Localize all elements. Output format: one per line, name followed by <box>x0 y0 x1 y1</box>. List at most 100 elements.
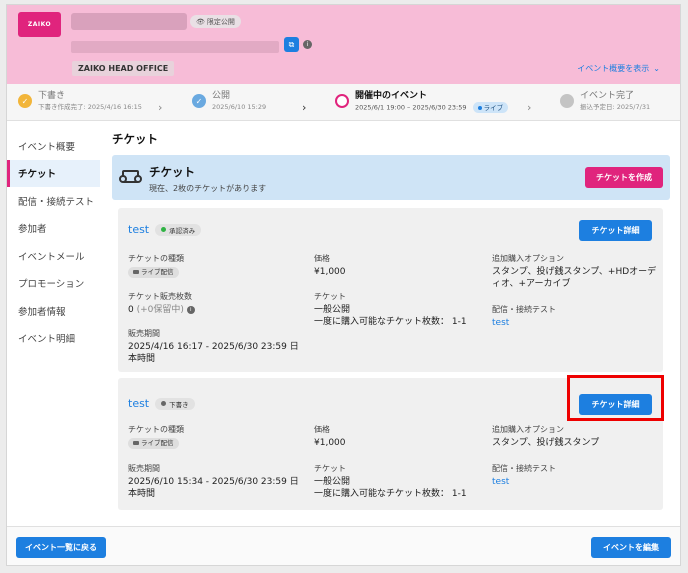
sidebar-item-stream-test[interactable]: 配信・接続テスト <box>7 187 100 215</box>
field-value: ¥1,000 <box>314 438 346 448</box>
event-status-stepper: ✓ 下書き 下書き作成完了: 2025/4/16 16:15 › ✓ 公開 20… <box>7 84 680 121</box>
visibility-label: 限定公開 <box>206 17 235 26</box>
ticket-detail-button[interactable]: チケット詳細 <box>579 220 652 241</box>
field-value: 一度に購入可能なチケット枚数： 1-1 <box>314 489 467 499</box>
step-published: ✓ 公開 2025/6/10 15:29 <box>192 91 266 112</box>
chevron-right-icon: › <box>302 101 307 114</box>
current-step-icon <box>335 94 349 108</box>
sidebar-item-promotion[interactable]: プロモーション <box>7 270 100 298</box>
banner-subtitle: 現在、2枚のチケットがあります <box>149 184 267 193</box>
step-subtitle-row: 2025/6/1 19:00 – 2025/6/30 23:59 ライブ <box>355 102 509 113</box>
field-label: チケット <box>314 464 346 473</box>
sales-period-field: 販売期間 2025/4/16 16:17 - 2025/6/30 23:59 日… <box>128 328 303 365</box>
page-title: チケット <box>112 132 158 146</box>
step-subtitle: 振込予定日: 2025/7/31 <box>580 103 651 111</box>
field-label: 販売期間 <box>128 329 160 338</box>
sidebar-item-statement[interactable]: イベント明細 <box>7 325 100 353</box>
sidebar-item-tickets[interactable]: チケット <box>7 159 100 187</box>
status-dot-icon <box>161 401 167 406</box>
eye-icon: 👁 <box>196 17 205 26</box>
reserved-count: (+0保留中) <box>136 305 184 315</box>
field-value: 一度に購入可能なチケット枚数： 1-1 <box>314 317 467 327</box>
ticket-name-row: test 承認済み <box>128 223 202 236</box>
step-subtitle: 2025/6/10 15:29 <box>212 103 267 111</box>
field-label: チケット <box>314 292 346 301</box>
status-dot-icon <box>161 227 167 232</box>
field-value: スタンプ、投げ銭スタンプ、+HDオーディオ、+アーカイブ <box>492 267 657 289</box>
options-field: 追加購入オプション スタンプ、投げ銭スタンプ <box>492 424 657 449</box>
type-chip: ライブ配信 <box>128 266 179 278</box>
ticket-card: test 承認済み チケット詳細 チケットの種類 ライブ配信 価格 ¥1,000… <box>118 208 663 372</box>
banner-title: チケット <box>149 165 195 179</box>
field-value: スタンプ、投げ銭スタンプ <box>492 438 600 448</box>
back-to-events-button[interactable]: イベント一覧に戻る <box>16 537 106 558</box>
chevron-right-icon: › <box>158 101 163 114</box>
ticket-visibility-field: チケット 一般公開 一度に購入可能なチケット枚数： 1-1 <box>314 463 484 500</box>
ticket-name-link[interactable]: test <box>128 223 149 236</box>
ticket-name-row: test 下書き <box>128 397 195 410</box>
stream-test-link[interactable]: test <box>492 476 657 488</box>
field-label: チケットの種類 <box>128 425 184 434</box>
type-chip: ライブ配信 <box>128 437 179 449</box>
live-badge-label: ライブ <box>483 103 504 112</box>
sidebar-nav: イベント概要 チケット 配信・接続テスト 参加者 イベントメール プロモーション… <box>7 132 100 352</box>
field-label: 価格 <box>314 254 330 263</box>
copy-icon: ⧉ <box>288 39 295 49</box>
page-footer: イベント一覧に戻る イベントを編集 <box>7 526 680 565</box>
info-icon[interactable]: i <box>303 40 312 49</box>
sidebar-item-overview[interactable]: イベント概要 <box>7 132 100 160</box>
visibility-badge: 👁 限定公開 <box>190 15 241 28</box>
stream-test-link[interactable]: test <box>492 317 657 329</box>
status-label: 下書き <box>169 400 189 409</box>
live-badge: ライブ <box>472 102 509 113</box>
check-icon: ✓ <box>192 94 206 108</box>
show-overview-label: イベント概要を表示 <box>577 64 650 73</box>
stream-test-field: 配信・接続テスト test <box>492 304 657 329</box>
app-window: ZAIKO 👁 限定公開 ⧉ i ZAIKO HEAD OFFICE イベント概… <box>6 4 681 566</box>
sales-count-field: チケット販売枚数 0 (+0保留中) i <box>128 291 298 316</box>
field-value: ¥1,000 <box>314 267 346 277</box>
sidebar-item-attendees[interactable]: 参加者 <box>7 215 100 243</box>
chevron-down-icon: ⌄ <box>653 64 660 73</box>
ticket-icon <box>119 170 142 183</box>
sidebar-item-event-mail[interactable]: イベントメール <box>7 242 100 270</box>
sales-period-field: 販売期間 2025/6/10 15:34 - 2025/6/30 23:59 日… <box>128 463 303 500</box>
ticket-type-field: チケットの種類 ライブ配信 <box>128 253 298 278</box>
event-header: ZAIKO 👁 限定公開 ⧉ i ZAIKO HEAD OFFICE イベント概… <box>7 5 680 84</box>
show-overview-link[interactable]: イベント概要を表示 ⌄ <box>577 63 660 74</box>
field-value: 2025/6/10 15:34 - 2025/6/30 23:59 日本時間 <box>128 477 299 499</box>
check-icon: ✓ <box>18 94 32 108</box>
ticket-name-link[interactable]: test <box>128 397 149 410</box>
pending-step-icon <box>560 94 574 108</box>
step-title: イベント完了 <box>580 91 635 101</box>
step-title: 下書き <box>38 91 66 101</box>
step-completed: イベント完了 振込予定日: 2025/7/31 <box>560 91 650 112</box>
field-label: 販売期間 <box>128 464 160 473</box>
field-value: 一般公開 <box>314 477 351 487</box>
sidebar-item-attendee-info[interactable]: 参加者情報 <box>7 297 100 325</box>
highlight-annotation <box>567 375 664 421</box>
copy-url-button[interactable]: ⧉ <box>284 37 299 52</box>
field-value: 0 (+0保留中) i <box>128 304 298 316</box>
camera-icon <box>133 270 139 274</box>
step-title: 公開 <box>212 91 231 101</box>
field-value: 一般公開 <box>314 305 351 315</box>
step-draft: ✓ 下書き 下書き作成完了: 2025/4/16 16:15 <box>18 91 142 112</box>
field-label: 価格 <box>314 425 330 434</box>
event-url-redacted <box>71 41 279 53</box>
field-label: 追加購入オプション <box>492 254 564 263</box>
field-label: チケット販売枚数 <box>128 292 192 301</box>
organization-badge: ZAIKO HEAD OFFICE <box>72 61 175 76</box>
stream-test-field: 配信・接続テスト test <box>492 463 657 488</box>
options-field: 追加購入オプション スタンプ、投げ銭スタンプ、+HDオーディオ、+アーカイブ <box>492 253 657 290</box>
camera-icon <box>133 441 139 445</box>
edit-event-button[interactable]: イベントを編集 <box>591 537 671 558</box>
price-field: 価格 ¥1,000 <box>314 253 479 278</box>
create-ticket-button[interactable]: チケットを作成 <box>585 167 663 188</box>
field-label: 配信・接続テスト <box>492 305 556 314</box>
info-icon[interactable]: i <box>186 305 195 314</box>
ticket-visibility-field: チケット 一般公開 一度に購入可能なチケット枚数： 1-1 <box>314 291 484 328</box>
price-field: 価格 ¥1,000 <box>314 424 479 449</box>
sales-count-value: 0 <box>128 305 134 315</box>
field-value: 2025/4/16 16:17 - 2025/6/30 23:59 日本時間 <box>128 342 299 364</box>
